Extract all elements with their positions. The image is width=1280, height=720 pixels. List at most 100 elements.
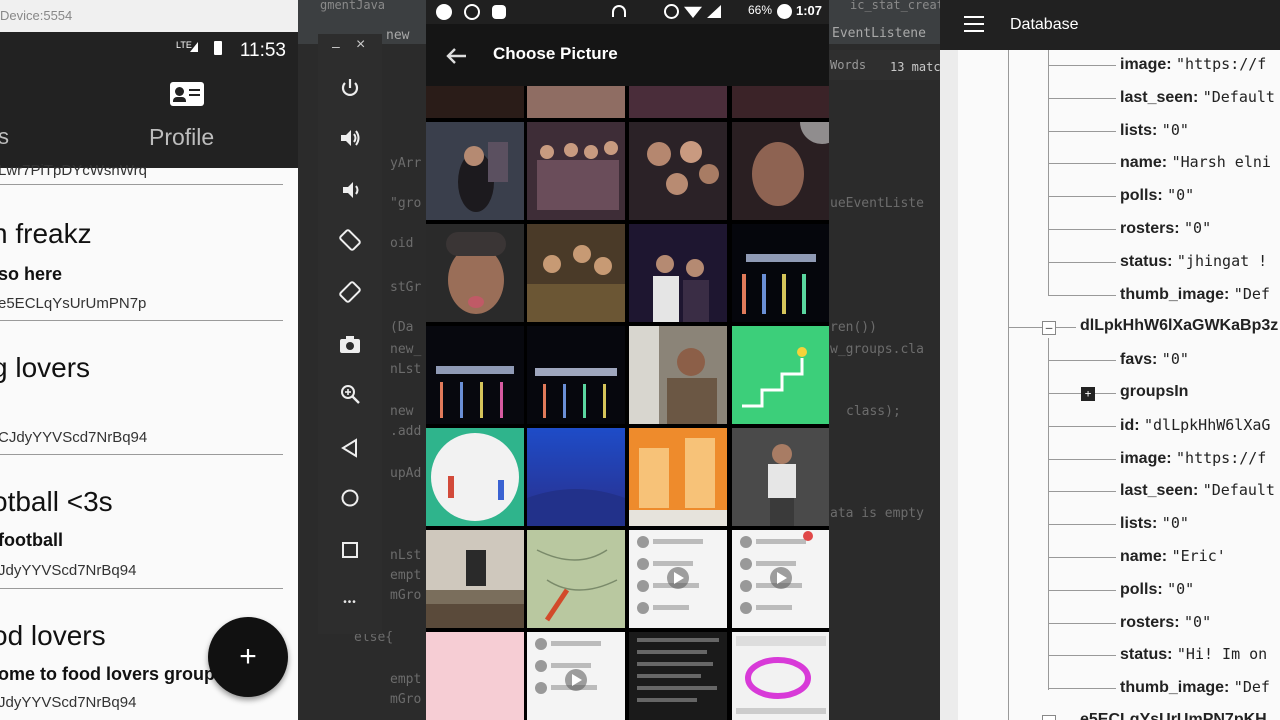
field-key: e5ECLqYsUrUmPN7pKH — [1080, 711, 1267, 720]
image-thumbnail[interactable] — [629, 86, 727, 118]
expand-node-icon[interactable]: + — [1081, 387, 1095, 401]
database-panel: Database image: "https://f last_seen: "De… — [940, 0, 1280, 720]
database-field[interactable]: rosters: "0" — [1120, 219, 1211, 238]
database-field[interactable]: status: "jhingat ! — [1120, 252, 1267, 271]
image-thumbnail[interactable] — [527, 632, 625, 720]
database-field[interactable]: id: "dlLpkHhW6lXaG — [1120, 416, 1270, 435]
ide-tab-fragment[interactable]: gmentJava — [320, 0, 385, 12]
image-thumbnail[interactable] — [629, 122, 727, 220]
power-icon[interactable] — [334, 72, 366, 104]
more-options-icon[interactable]: ••• — [334, 586, 366, 618]
database-field[interactable]: name: "Eric' — [1120, 547, 1226, 566]
code-line: class); — [846, 404, 901, 419]
back-arrow-icon[interactable] — [444, 44, 470, 68]
tree-connector — [1048, 589, 1116, 591]
database-node[interactable]: dlLpkHhW6lXaGWKaBp3z — [1080, 317, 1278, 335]
database-field[interactable]: lists: "0" — [1120, 514, 1189, 533]
collapse-node-icon[interactable]: – — [1042, 321, 1056, 336]
profile-card-icon[interactable] — [170, 82, 204, 106]
database-field[interactable]: name: "Harsh elni — [1120, 153, 1271, 172]
image-thumbnail[interactable] — [426, 530, 524, 628]
image-thumbnail[interactable] — [426, 224, 524, 322]
collapse-node-icon[interactable]: – — [1042, 715, 1056, 720]
code-line: empt — [390, 568, 422, 583]
zoom-icon[interactable] — [334, 378, 366, 410]
code-line: nLst — [390, 548, 422, 563]
hamburger-menu-icon[interactable] — [964, 16, 984, 32]
image-thumbnail[interactable] — [732, 224, 829, 322]
database-field[interactable]: image: "https://f — [1120, 55, 1266, 74]
image-thumbnail[interactable] — [732, 86, 829, 118]
camera-icon[interactable] — [334, 328, 366, 360]
tree-connector — [1048, 688, 1116, 690]
image-thumbnail[interactable] — [426, 122, 524, 220]
rotate-left-icon[interactable] — [334, 224, 366, 256]
image-thumbnail[interactable] — [732, 632, 829, 720]
database-node[interactable]: e5ECLqYsUrUmPN7pKH — [1080, 711, 1267, 720]
code-line: "gro — [390, 196, 422, 211]
phone-clock: 1:07 — [796, 3, 823, 18]
image-thumbnail[interactable] — [629, 224, 727, 322]
database-field[interactable]: favs: "0" — [1120, 350, 1189, 369]
back-icon[interactable] — [334, 432, 366, 464]
image-thumbnail[interactable] — [426, 86, 524, 118]
code-line: nLst — [390, 362, 422, 377]
image-thumbnail[interactable] — [426, 428, 524, 526]
field-key: thumb_image: — [1120, 285, 1234, 303]
database-field[interactable]: rosters: "0" — [1120, 613, 1211, 632]
tree-connector — [1048, 655, 1116, 657]
volume-down-icon[interactable] — [334, 174, 366, 206]
image-thumbnail[interactable] — [629, 428, 727, 526]
list-item[interactable]: g lovers CJdyYYVScd7NrBq94 — [0, 322, 298, 454]
image-thumbnail[interactable] — [527, 86, 625, 118]
image-thumbnail[interactable] — [629, 530, 727, 628]
image-thumbnail[interactable] — [732, 122, 829, 220]
image-thumbnail[interactable] — [426, 632, 524, 720]
close-button[interactable]: × — [356, 36, 365, 54]
database-field[interactable]: image: "https://f — [1120, 449, 1266, 468]
database-title: Database — [1010, 16, 1079, 33]
tree-connector — [1048, 360, 1116, 362]
image-thumbnail[interactable] — [426, 326, 524, 424]
image-thumbnail[interactable] — [527, 122, 625, 220]
image-thumbnail[interactable] — [732, 326, 829, 424]
tab-groups-label[interactable]: s — [0, 124, 9, 150]
database-field[interactable]: thumb_image: "Def — [1120, 285, 1270, 304]
image-thumbnail[interactable] — [527, 530, 625, 628]
divider — [0, 320, 283, 321]
code-line: w_groups.cla — [830, 342, 924, 357]
field-key: thumb_image: — [1120, 679, 1234, 697]
rotate-right-icon[interactable] — [334, 276, 366, 308]
volume-up-icon[interactable] — [334, 122, 366, 154]
field-value: "0" — [1184, 612, 1212, 631]
database-field[interactable]: lists: "0" — [1120, 121, 1189, 140]
code-line: empt — [390, 672, 422, 687]
image-thumbnail[interactable] — [629, 326, 727, 424]
group-name: otball <3s — [0, 486, 113, 517]
image-thumbnail[interactable] — [732, 428, 829, 526]
database-field[interactable]: last_seen: "Default — [1120, 481, 1275, 500]
list-item[interactable]: n freakz so here e5ECLqYsUrUmPN7p — [0, 186, 298, 320]
add-group-fab[interactable]: + — [208, 617, 288, 697]
image-thumbnail[interactable] — [527, 326, 625, 424]
tree-connector — [1048, 524, 1116, 526]
minimize-button[interactable]: – — [332, 38, 340, 54]
ide-snippet-eventlistener: EventListene — [832, 26, 926, 41]
tree-connector — [1048, 97, 1116, 99]
database-field[interactable]: status: "Hi! Im on — [1120, 645, 1267, 664]
database-field[interactable]: polls: "0" — [1120, 580, 1194, 599]
picker-title: Choose Picture — [493, 44, 618, 63]
overview-icon[interactable] — [334, 534, 366, 566]
list-item[interactable]: otball <3s football JdyYYVScd7NrBq94 — [0, 456, 298, 588]
database-field[interactable]: groupsIn — [1120, 383, 1188, 401]
whatsapp-icon — [464, 4, 480, 20]
database-field[interactable]: thumb_image: "Def — [1120, 678, 1270, 697]
image-thumbnail[interactable] — [629, 632, 727, 720]
home-icon[interactable] — [334, 482, 366, 514]
image-thumbnail[interactable] — [527, 224, 625, 322]
image-thumbnail[interactable] — [527, 428, 625, 526]
database-field[interactable]: last_seen: "Default — [1120, 88, 1275, 107]
image-thumbnail[interactable] — [732, 530, 829, 628]
tab-profile[interactable]: Profile — [149, 124, 214, 151]
database-field[interactable]: polls: "0" — [1120, 186, 1194, 205]
